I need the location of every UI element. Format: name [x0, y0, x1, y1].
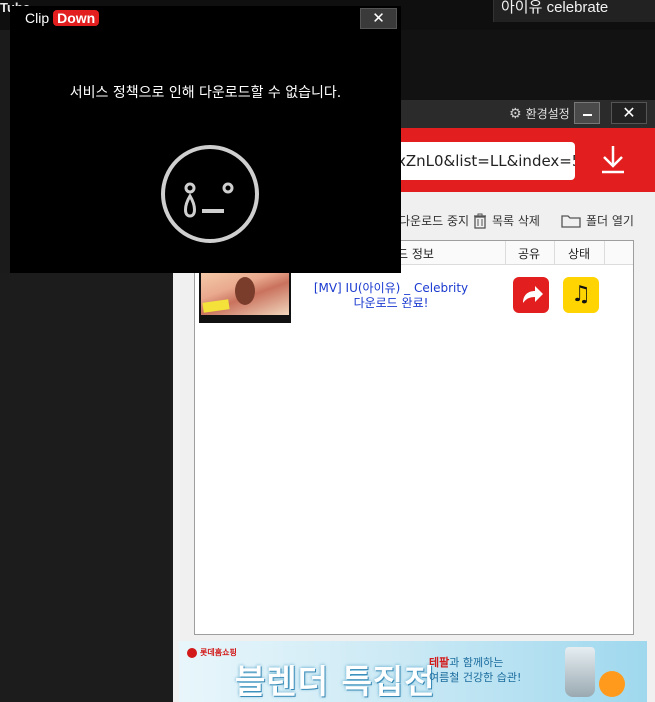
share-arrow-icon: [523, 286, 543, 303]
blender-image: [565, 647, 595, 697]
delete-list-label: 목록 삭제: [492, 214, 540, 228]
ad-sub-line1: 과 함께하는: [449, 656, 504, 669]
stop-download-label: 다운로드 중지: [399, 214, 470, 228]
gear-icon: ⚙: [509, 105, 522, 122]
minimize-icon: [583, 114, 592, 116]
header-status: 상태: [568, 247, 591, 261]
ad-sub-brand: 테팔: [429, 656, 450, 669]
delete-list-button[interactable]: 목록 삭제: [473, 212, 540, 229]
open-folder-button[interactable]: 폴더 열기: [561, 212, 634, 229]
ad-headline: 블렌더 특집전: [235, 662, 436, 701]
popup-logo-clip: Clip: [25, 10, 50, 26]
background-left-column: [0, 273, 173, 702]
popup-logo: Clip Down: [25, 10, 100, 26]
header-divider: [554, 241, 555, 265]
share-button[interactable]: [513, 277, 549, 313]
list-item[interactable]: [MV] IU(아이유) _ Celebrity 다운로드 완료! ♫: [195, 271, 633, 323]
header-divider: [604, 241, 605, 265]
popup-message: 서비스 정책으로 인해 다운로드할 수 없습니다.: [69, 85, 342, 101]
video-thumbnail: [199, 273, 291, 323]
folder-icon: [561, 214, 581, 228]
header-share: 공유: [518, 247, 541, 261]
settings-button[interactable]: ⚙ 환경설정: [509, 105, 570, 122]
popup-logo-down: Down: [53, 10, 100, 26]
header-divider: [505, 241, 506, 265]
background-search-input[interactable]: 아이유 celebrate: [493, 0, 655, 22]
open-folder-label: 폴더 열기: [586, 214, 634, 228]
ad-subtext: 테팔과 함께하는 여름철 건강한 습관!: [429, 655, 521, 685]
error-popup: Clip Down ✕ 서비스 정책으로 인해 다운로드할 수 없습니다.: [10, 6, 401, 273]
thumbnail-sticker: [202, 299, 230, 313]
download-list: 드 정보 공유 상태 [MV] IU(아이유) _ Celebrity 다운로드…: [194, 240, 634, 635]
orange-image: [599, 671, 625, 697]
brand-dot-icon: [187, 647, 197, 658]
status-music-button[interactable]: ♫: [563, 277, 599, 313]
download-arrow-icon[interactable]: [599, 144, 627, 174]
url-input[interactable]: xZnL0&list=LL&index=5: [394, 142, 575, 180]
ad-sub-line2: 여름철 건강한 습관!: [429, 671, 522, 684]
settings-label: 환경설정: [525, 107, 570, 121]
background-header-band: [400, 30, 655, 100]
stop-download-button[interactable]: 다운로드 중지: [399, 212, 469, 229]
header-info: 드 정보: [397, 247, 434, 261]
ad-brand-name: 롯데홈쇼핑: [200, 648, 237, 657]
main-close-button[interactable]: ✕: [611, 102, 647, 124]
download-status-text: 다운로드 완료!: [353, 296, 429, 310]
minimize-button[interactable]: [574, 102, 600, 124]
video-title-text: [MV] IU(아이유) _ Celebrity: [313, 281, 469, 295]
video-title[interactable]: [MV] IU(아이유) _ Celebrity 다운로드 완료!: [305, 281, 477, 311]
ad-brand-logo: 롯데홈쇼핑: [187, 647, 237, 658]
popup-close-button[interactable]: ✕: [360, 8, 397, 29]
music-note-icon: ♫: [571, 282, 591, 307]
trash-icon: [474, 213, 486, 229]
crying-face-icon: [161, 145, 259, 243]
ad-banner[interactable]: 롯데홈쇼핑 블렌더 특집전 테팔과 함께하는 여름철 건강한 습관!: [179, 641, 647, 702]
